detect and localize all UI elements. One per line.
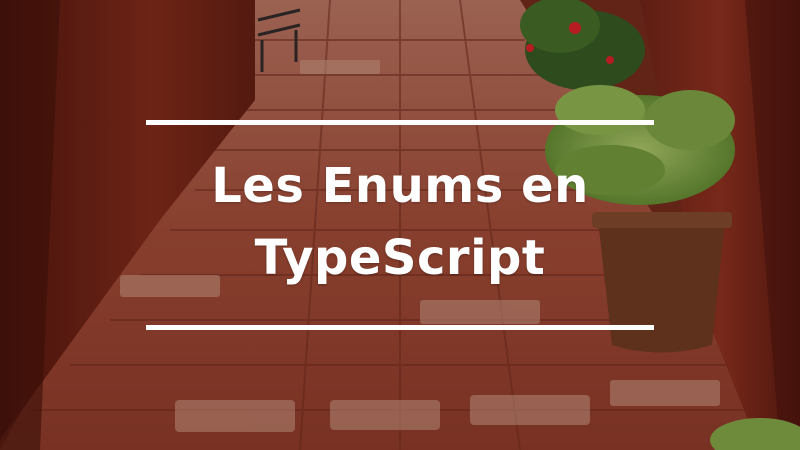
title-line-2: TypeScript	[254, 230, 546, 286]
top-divider-line	[146, 120, 654, 125]
article-title: Les Enums en TypeScript	[100, 150, 700, 294]
title-line-1: Les Enums en	[211, 158, 589, 214]
hero-banner: Les Enums en TypeScript	[0, 0, 800, 450]
bottom-divider-line	[146, 325, 654, 330]
